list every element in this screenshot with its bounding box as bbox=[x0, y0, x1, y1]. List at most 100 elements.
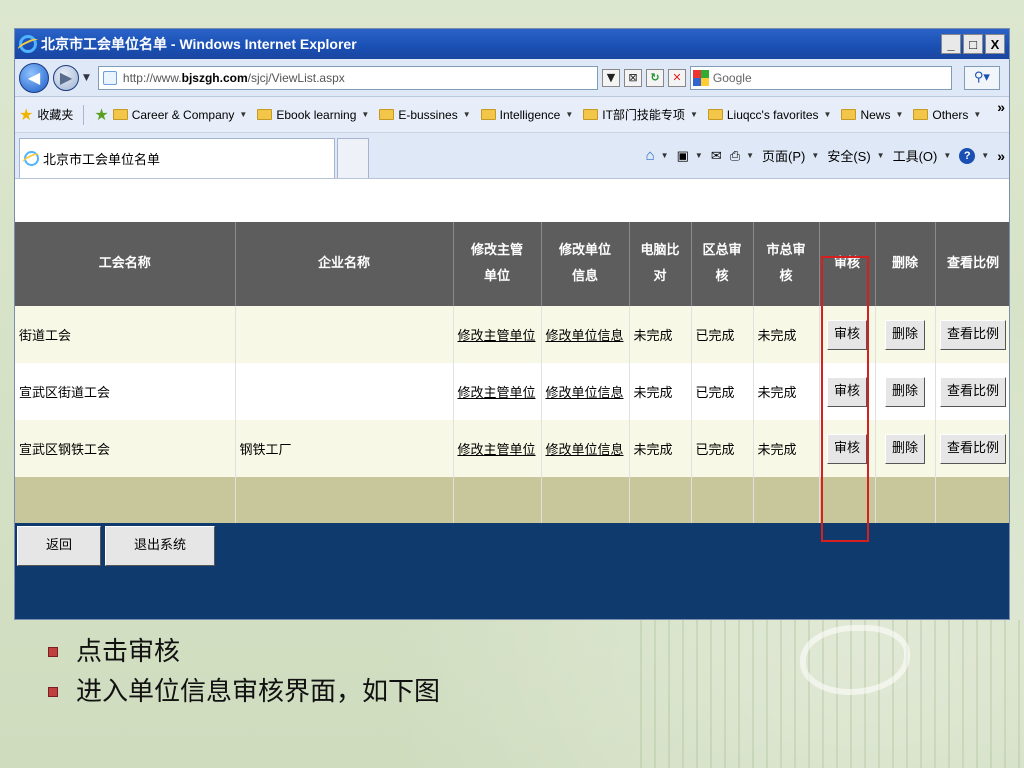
favorite-folder[interactable]: Liuqcc's favorites ▼ bbox=[707, 108, 831, 122]
compat-view-icon[interactable]: ⊠ bbox=[623, 68, 642, 87]
favorite-folder[interactable]: IT部门技能专项 ▼ bbox=[583, 106, 698, 123]
title-bar: 北京市工会单位名单 - Windows Internet Explorer _ … bbox=[15, 29, 1009, 59]
cell-company bbox=[235, 306, 454, 363]
chevron-down-icon: ▼ bbox=[660, 151, 669, 160]
header-union-name: 工会名称 bbox=[15, 222, 236, 306]
feeds-button[interactable]: ▣ ▼ bbox=[677, 148, 703, 164]
cell-compare: 未完成 bbox=[629, 420, 692, 477]
edit-info-link[interactable]: 修改单位信息 bbox=[546, 329, 624, 344]
view-ratio-button[interactable]: 查看比例 bbox=[939, 433, 1006, 464]
tools-menu[interactable]: 工具(O) ▼ bbox=[893, 146, 952, 165]
cell-district-review: 已完成 bbox=[691, 306, 754, 363]
delete-button[interactable]: 删除 bbox=[884, 433, 925, 464]
cell-district-review: 已完成 bbox=[691, 363, 754, 420]
favorite-folder-label: IT部门技能专项 bbox=[602, 108, 685, 122]
table-row-empty bbox=[15, 477, 1009, 523]
url-path: /sjcj/ViewList.aspx bbox=[247, 70, 345, 85]
view-ratio-button[interactable]: 查看比例 bbox=[939, 376, 1006, 407]
delete-button[interactable]: 删除 bbox=[884, 376, 925, 407]
favorite-folder[interactable]: Intelligence ▼ bbox=[480, 108, 574, 122]
home-button[interactable]: ⌂ ▼ bbox=[646, 147, 669, 164]
view-ratio-button[interactable]: 查看比例 bbox=[939, 319, 1006, 350]
favorite-folder[interactable]: Ebook learning ▼ bbox=[257, 108, 369, 122]
back-button[interactable]: 返回 bbox=[17, 526, 102, 566]
favorites-bar: ★ 收藏夹 ★ Career & Company ▼ Ebook learning… bbox=[15, 97, 1009, 133]
minimize-button[interactable]: _ bbox=[941, 34, 961, 54]
edit-info-link[interactable]: 修改单位信息 bbox=[546, 386, 624, 401]
header-city-review: 市总审核 bbox=[753, 222, 820, 306]
favorite-folder-label: Ebook learning bbox=[276, 107, 357, 122]
add-favorite-icon[interactable]: ★ bbox=[94, 105, 108, 125]
page-menu[interactable]: 页面(P) ▼ bbox=[762, 146, 819, 165]
empty-cell bbox=[691, 477, 754, 523]
print-button[interactable]: ⎙ ▼ bbox=[730, 148, 754, 164]
more-commands-icon[interactable]: » bbox=[997, 146, 1005, 164]
cell-view-ratio: 查看比例 bbox=[935, 306, 1009, 363]
favorite-folder[interactable]: Others ▼ bbox=[913, 108, 981, 122]
url-tools: ▼ ⊠ ↻ ✕ bbox=[601, 68, 686, 87]
safety-menu-label: 安全(S) bbox=[827, 149, 871, 164]
exit-system-button[interactable]: 退出系统 bbox=[105, 526, 216, 566]
chevron-down-icon: ▼ bbox=[811, 151, 820, 160]
url-dropdown-icon[interactable]: ▼ bbox=[601, 68, 620, 87]
empty-cell bbox=[235, 477, 454, 523]
cell-edit-info: 修改单位信息 bbox=[541, 306, 630, 363]
address-bar: ◀ ▶ ▼ http://www. bjszgh.com/sjcj/ViewLis… bbox=[15, 59, 1009, 97]
print-icon: ⎙ bbox=[729, 147, 741, 163]
favorite-folder[interactable]: Career & Company ▼ bbox=[112, 108, 248, 122]
url-input[interactable]: http://www. bjszgh.com/sjcj/ViewList.aspx bbox=[97, 65, 598, 90]
edit-supervisor-link[interactable]: 修改主管单位 bbox=[458, 386, 536, 401]
folder-icon bbox=[480, 109, 496, 120]
edit-info-link[interactable]: 修改单位信息 bbox=[546, 443, 624, 458]
stop-icon[interactable]: ✕ bbox=[667, 68, 686, 87]
delete-button[interactable]: 删除 bbox=[884, 319, 925, 350]
cell-district-review: 已完成 bbox=[691, 420, 754, 477]
review-button[interactable]: 审核 bbox=[826, 433, 867, 464]
cell-city-review: 未完成 bbox=[753, 420, 820, 477]
cell-compare: 未完成 bbox=[629, 306, 692, 363]
maximize-button[interactable]: □ bbox=[963, 34, 983, 54]
chevron-down-icon: ▼ bbox=[973, 110, 982, 119]
edit-supervisor-link[interactable]: 修改主管单位 bbox=[458, 329, 536, 344]
chevron-down-icon: ▼ bbox=[239, 110, 248, 119]
chevron-down-icon: ▼ bbox=[565, 110, 574, 119]
favorites-star-icon[interactable]: ★ bbox=[19, 105, 33, 125]
mail-button[interactable]: ✉ bbox=[711, 148, 722, 164]
forward-icon[interactable]: ▶ bbox=[53, 64, 79, 91]
new-tab-button[interactable] bbox=[337, 138, 369, 178]
search-input[interactable]: Google bbox=[689, 65, 952, 90]
back-icon[interactable]: ◀ bbox=[19, 62, 49, 93]
bullet-item: 点击审核 bbox=[48, 632, 440, 672]
refresh-icon[interactable]: ↻ bbox=[645, 68, 664, 87]
tab-active[interactable]: 北京市工会单位名单 bbox=[19, 138, 335, 178]
empty-cell bbox=[875, 477, 936, 523]
edit-supervisor-link[interactable]: 修改主管单位 bbox=[458, 443, 536, 458]
separator bbox=[83, 104, 85, 125]
cell-edit-info: 修改单位信息 bbox=[541, 420, 630, 477]
favorites-button[interactable]: 收藏夹 bbox=[37, 106, 73, 123]
empty-cell bbox=[935, 477, 1009, 523]
review-button[interactable]: 审核 bbox=[826, 376, 867, 407]
search-button-icon[interactable]: ⚲▾ bbox=[963, 65, 1000, 90]
more-favorites-icon[interactable]: » bbox=[997, 97, 1005, 115]
review-button[interactable]: 审核 bbox=[826, 319, 867, 350]
cell-union: 宣武区街道工会 bbox=[15, 363, 236, 420]
help-menu[interactable]: ? ▼ bbox=[959, 147, 989, 164]
favorite-folder[interactable]: News ▼ bbox=[841, 108, 903, 122]
empty-cell bbox=[453, 477, 542, 523]
url-prefix: http://www. bbox=[122, 70, 182, 85]
browser-window: 北京市工会单位名单 - Windows Internet Explorer _ … bbox=[14, 28, 1010, 620]
safety-menu[interactable]: 安全(S) ▼ bbox=[827, 146, 884, 165]
history-dropdown-icon[interactable]: ▼ bbox=[83, 73, 90, 83]
cell-view-ratio: 查看比例 bbox=[935, 363, 1009, 420]
cell-review: 审核 bbox=[819, 420, 876, 477]
favorite-folder[interactable]: E-bussines ▼ bbox=[379, 108, 471, 122]
chevron-down-icon: ▼ bbox=[895, 110, 904, 119]
header-compare: 电脑比对 bbox=[629, 222, 692, 306]
header-district-review: 区总审核 bbox=[691, 222, 754, 306]
cell-view-ratio: 查看比例 bbox=[935, 420, 1009, 477]
cell-union: 街道工会 bbox=[15, 306, 236, 363]
folder-icon bbox=[913, 109, 929, 120]
close-button[interactable]: X bbox=[985, 34, 1005, 54]
cell-review: 审核 bbox=[819, 363, 876, 420]
